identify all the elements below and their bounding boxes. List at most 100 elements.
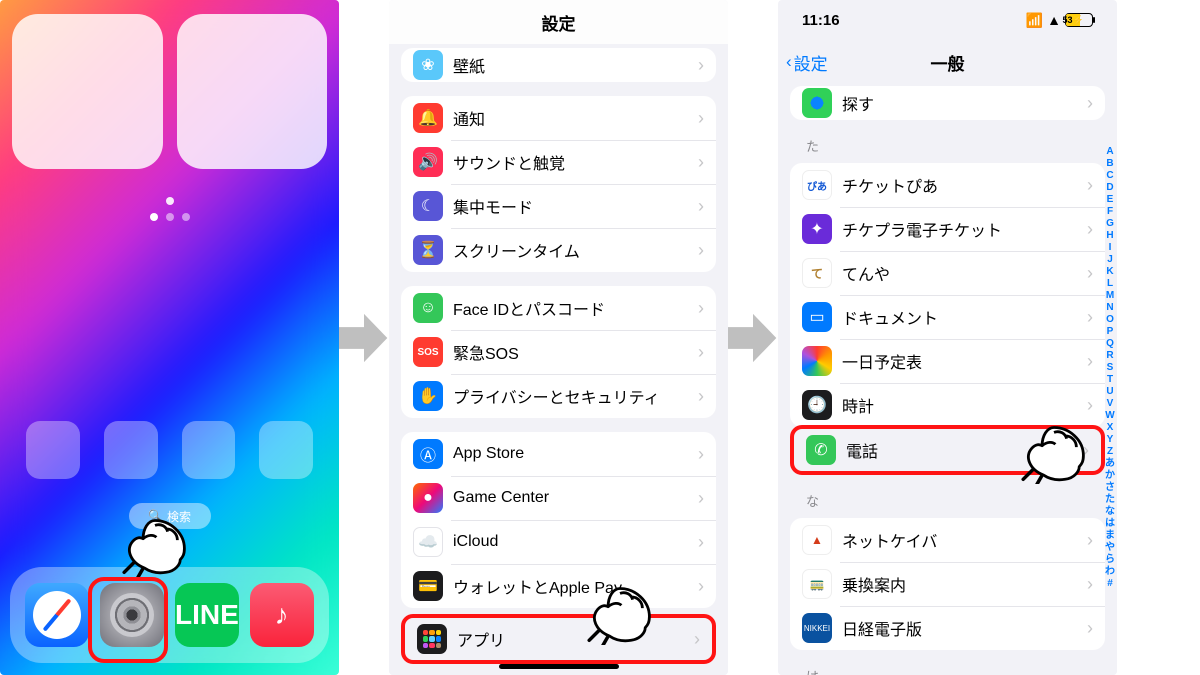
row-norikae[interactable]: 🚃乗換案内› xyxy=(790,562,1105,606)
navbar: 設定 xyxy=(389,0,728,44)
cloud-icon: ☁️ xyxy=(413,527,443,557)
index-letter[interactable]: E xyxy=(1107,194,1114,206)
chevron-right-icon: › xyxy=(694,629,700,650)
index-letter[interactable]: I xyxy=(1109,242,1112,254)
index-letter[interactable]: Z xyxy=(1107,446,1113,458)
index-letter[interactable]: A xyxy=(1106,146,1113,158)
home-indicator[interactable] xyxy=(499,664,619,669)
index-letter[interactable]: R xyxy=(1106,350,1113,362)
chevron-right-icon: › xyxy=(1087,351,1093,372)
row-netkeiba[interactable]: ▲ネットケイバ› xyxy=(790,518,1105,562)
alpha-index[interactable]: ABCDEFGHIJKLMNOPQRSTUVWXYZあかさたなはまやらわ# xyxy=(1105,146,1115,590)
dock-music[interactable]: ♪ xyxy=(250,583,314,647)
index-letter[interactable]: あ xyxy=(1105,458,1115,470)
status-bar: 11:16 📶 ▲ 53⚡ xyxy=(778,0,1117,40)
pointer-hand-icon xyxy=(120,513,190,577)
arrow-icon xyxy=(728,308,778,368)
faceid-icon: ☺ xyxy=(413,293,443,323)
index-letter[interactable]: な xyxy=(1105,506,1115,518)
index-letter[interactable]: # xyxy=(1107,578,1113,590)
page-indicator[interactable] xyxy=(0,213,339,221)
phone-icon: ✆ xyxy=(806,435,836,465)
index-letter[interactable]: X xyxy=(1107,422,1114,434)
page-dot xyxy=(166,197,174,205)
findmy-icon xyxy=(802,88,832,118)
wifi-icon: ▲ xyxy=(1047,12,1061,28)
index-letter[interactable]: や xyxy=(1105,542,1115,554)
index-letter[interactable]: T xyxy=(1107,374,1113,386)
row-findmy[interactable]: 探す› xyxy=(790,86,1105,120)
index-letter[interactable]: か xyxy=(1105,470,1115,482)
index-letter[interactable]: P xyxy=(1107,326,1114,338)
index-letter[interactable]: W xyxy=(1105,410,1114,422)
row-appstore[interactable]: ⒶApp Store› xyxy=(401,432,716,476)
index-letter[interactable]: L xyxy=(1107,278,1113,290)
tenya-icon: て xyxy=(802,258,832,288)
index-letter[interactable]: ら xyxy=(1105,554,1115,566)
dock-safari[interactable] xyxy=(25,583,89,647)
section-header-na: な xyxy=(806,491,1117,510)
index-letter[interactable]: V xyxy=(1107,398,1114,410)
widget-calendar[interactable] xyxy=(177,14,328,169)
index-letter[interactable]: わ xyxy=(1105,566,1115,578)
index-letter[interactable]: は xyxy=(1105,518,1115,530)
panel-settings: 設定 ❀ 壁紙 › 🔔通知› 🔊サウンドと触覚› ☾集中モード› ⏳スクリーンタ… xyxy=(389,0,728,675)
index-letter[interactable]: S xyxy=(1107,362,1114,374)
index-letter[interactable]: U xyxy=(1106,386,1113,398)
index-letter[interactable]: J xyxy=(1107,254,1113,266)
app-icon[interactable] xyxy=(259,421,313,479)
index-letter[interactable]: た xyxy=(1105,494,1115,506)
index-letter[interactable]: F xyxy=(1107,206,1113,218)
row-ticketpia[interactable]: ぴあチケットぴあ› xyxy=(790,163,1105,207)
app-icon[interactable] xyxy=(182,421,236,479)
dock-line[interactable]: LINE xyxy=(175,583,239,647)
back-button[interactable]: ‹設定 xyxy=(786,50,828,75)
row-tenya[interactable]: ててんや› xyxy=(790,251,1105,295)
row-sos[interactable]: SOS緊急SOS› xyxy=(401,330,716,374)
index-letter[interactable]: N xyxy=(1106,302,1113,314)
chevron-right-icon: › xyxy=(1087,93,1093,114)
sos-icon: SOS xyxy=(413,337,443,367)
row-document[interactable]: ▭ドキュメント› xyxy=(790,295,1105,339)
dayplan-icon xyxy=(802,346,832,376)
chevron-right-icon: › xyxy=(1087,263,1093,284)
chevron-left-icon: ‹ xyxy=(786,52,792,72)
row-privacy[interactable]: ✋プライバシーとセキュリティ› xyxy=(401,374,716,418)
chevron-right-icon: › xyxy=(698,108,704,129)
chevron-right-icon: › xyxy=(1087,307,1093,328)
index-letter[interactable]: さ xyxy=(1105,482,1115,494)
row-wallpaper[interactable]: ❀ 壁紙 › xyxy=(401,48,716,82)
index-letter[interactable]: ま xyxy=(1105,530,1115,542)
index-letter[interactable]: C xyxy=(1106,170,1113,182)
index-letter[interactable]: K xyxy=(1106,266,1113,278)
index-letter[interactable]: Q xyxy=(1106,338,1114,350)
index-letter[interactable]: B xyxy=(1106,158,1113,170)
index-letter[interactable]: H xyxy=(1106,230,1113,242)
apps-grid-icon xyxy=(417,624,447,654)
row-apps[interactable]: アプリ › xyxy=(405,618,712,660)
row-gamecenter[interactable]: ●Game Center› xyxy=(401,476,716,520)
row-screentime[interactable]: ⏳スクリーンタイム› xyxy=(401,228,716,272)
ticketpia-icon: ぴあ xyxy=(802,170,832,200)
section-header-ta: た xyxy=(806,136,1117,155)
row-nikkei[interactable]: NIKKEI日経電子版› xyxy=(790,606,1105,650)
index-letter[interactable]: Y xyxy=(1107,434,1114,446)
index-letter[interactable]: D xyxy=(1106,182,1113,194)
row-dayplan[interactable]: 一日予定表› xyxy=(790,339,1105,383)
index-letter[interactable]: M xyxy=(1106,290,1114,302)
arrow-icon xyxy=(339,308,389,368)
index-letter[interactable]: O xyxy=(1106,314,1114,326)
row-faceid[interactable]: ☺Face IDとパスコード› xyxy=(401,286,716,330)
row-wallet[interactable]: 💳ウォレットとApple Pay› xyxy=(401,564,716,608)
row-tikepura[interactable]: ✦チケプラ電子チケット› xyxy=(790,207,1105,251)
row-notifications[interactable]: 🔔通知› xyxy=(401,96,716,140)
section-header-ha: は xyxy=(806,666,1117,675)
row-sound[interactable]: 🔊サウンドと触覚› xyxy=(401,140,716,184)
page-title: 一般 xyxy=(931,50,965,75)
index-letter[interactable]: G xyxy=(1106,218,1114,230)
widget-clock[interactable] xyxy=(12,14,163,169)
row-icloud[interactable]: ☁️iCloud› xyxy=(401,520,716,564)
app-icon[interactable] xyxy=(104,421,158,479)
app-icon[interactable] xyxy=(26,421,80,479)
row-focus[interactable]: ☾集中モード› xyxy=(401,184,716,228)
